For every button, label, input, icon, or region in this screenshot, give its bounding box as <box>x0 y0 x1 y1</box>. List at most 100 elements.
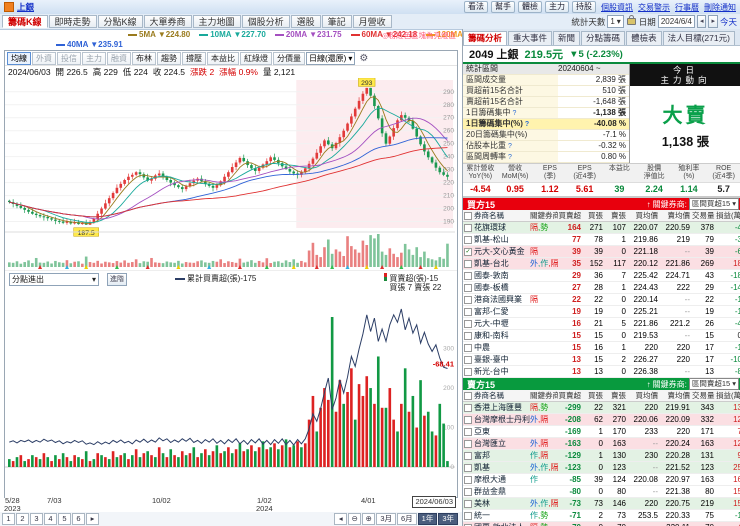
help-icon[interactable]: ? <box>508 153 512 163</box>
flow-chart[interactable]: 3002001000-68.41 <box>5 295 455 499</box>
col-header-3[interactable]: 買張 <box>583 210 605 221</box>
buy-row-12[interactable]: 新光-台中 13 13 0 226.38 -- 13 -8 <box>463 366 740 378</box>
page-button-4[interactable]: 4 <box>44 513 57 525</box>
row-checkbox[interactable] <box>463 282 473 293</box>
right-tab-1[interactable]: 重大事件 <box>508 31 553 45</box>
row-checkbox[interactable] <box>463 354 473 365</box>
row-checkbox[interactable] <box>463 330 473 341</box>
row-checkbox[interactable] <box>463 462 473 473</box>
buy-row-8[interactable]: 元大-中壢 16 21 5 221.86 221.2 26 -4 <box>463 318 740 330</box>
row-checkbox[interactable] <box>463 234 473 245</box>
col-header-4[interactable]: 賣張 <box>605 210 628 221</box>
row-checkbox[interactable] <box>463 438 473 449</box>
row-checkbox[interactable] <box>463 498 473 509</box>
main-tab-4[interactable]: 主力地圖 <box>192 15 241 28</box>
titlebar-button-3[interactable]: 主力 <box>545 1 569 13</box>
range-button-3月[interactable]: 3月 <box>376 513 396 525</box>
chart-tool-融資[interactable]: 融資 <box>107 51 131 65</box>
chart-tool-分價量[interactable]: 分價量 <box>273 51 305 65</box>
col-header-6[interactable]: 賣均價 <box>660 210 692 221</box>
row-checkbox[interactable] <box>463 366 473 377</box>
buy-row-2[interactable]: ✓元大-文心黃金隔 39 39 0 221.18 -- 39 -6 <box>463 246 740 258</box>
buy-row-11[interactable]: 臺銀-臺中 13 15 2 226.27 220 17 -10 <box>463 354 740 366</box>
row-checkbox[interactable] <box>463 510 473 521</box>
col-header-1[interactable]: 關鍵券商 <box>530 390 558 401</box>
main-tab-1[interactable]: 即時走勢 <box>48 15 97 28</box>
chart-tool-均線[interactable]: 均線 <box>7 51 31 65</box>
titlebar-button-1[interactable]: 幫手 <box>491 1 515 13</box>
col-header-3[interactable]: 買張 <box>583 390 605 401</box>
titlebar-link-3[interactable]: 刪除通知 <box>704 2 736 13</box>
sell-row-9[interactable]: 統一 作,勢 -71 2 73 253.5 220.33 75 -1 <box>463 510 740 522</box>
main-tab-7[interactable]: 筆記 <box>321 15 352 28</box>
zoom-control-0[interactable]: ◂ <box>334 513 348 525</box>
today-button[interactable]: 今天 <box>720 16 737 28</box>
zoom-control-1[interactable]: ⊖ <box>348 513 362 525</box>
page-button-5[interactable]: 5 <box>58 513 71 525</box>
main-tab-5[interactable]: 個股分析 <box>241 15 290 28</box>
sell-key-select[interactable]: 區間賣超15 ▾ <box>688 378 739 390</box>
chart-tool-趨勢[interactable]: 趨勢 <box>157 51 181 65</box>
stat-days-select[interactable]: 1 ▾ <box>607 15 624 28</box>
chart-tool-主力[interactable]: 主力 <box>82 51 106 65</box>
row-checkbox[interactable]: ✓ <box>463 246 473 257</box>
page-button-3[interactable]: 3 <box>30 513 43 525</box>
row-checkbox[interactable] <box>463 306 473 317</box>
col-header-0[interactable]: 券商名稱 <box>473 210 530 221</box>
col-header-8[interactable]: 損益(萬) <box>716 390 740 401</box>
help-icon[interactable]: ? <box>525 120 529 130</box>
row-checkbox[interactable] <box>463 486 473 497</box>
row-checkbox[interactable] <box>463 318 473 329</box>
page-button-1[interactable]: 1 <box>2 513 15 525</box>
right-tab-4[interactable]: 體檢表 <box>626 31 662 45</box>
page-button-6[interactable]: 6 <box>72 513 85 525</box>
row-checkbox[interactable] <box>463 342 473 353</box>
sell-row-6[interactable]: 摩根大通 作 -85 39 124 220.08 220.97 163 16 <box>463 474 740 486</box>
col-header-0[interactable]: 券商名稱 <box>473 390 530 401</box>
col-header-4[interactable]: 賣張 <box>605 390 628 401</box>
buy-row-7[interactable]: 富邦-仁愛 19 19 0 225.21 -- 19 -1 <box>463 306 740 318</box>
stock-page-tab[interactable]: 上銀 <box>17 1 34 13</box>
buy-row-6[interactable]: 港商法國興業隔 22 22 0 220.14 -- 22 -1 <box>463 294 740 306</box>
col-header-7[interactable]: 交易量 <box>692 210 716 221</box>
chart-tool-本益比[interactable]: 本益比 <box>207 51 239 65</box>
date-next-button[interactable]: ▸ <box>708 15 718 28</box>
gear-icon[interactable]: ⚙ <box>359 53 368 64</box>
sell-row-10[interactable]: 國票-敦北法人隔,勢-70070--220.11704 <box>463 522 740 526</box>
col-header-6[interactable]: 賣均價 <box>660 390 692 401</box>
col-header-2[interactable]: 買賣超 <box>558 390 583 401</box>
main-tab-3[interactable]: 大單券商 <box>143 15 192 28</box>
sell-row-5[interactable]: 凱基 外,作,隔 -123 0 123 -- 221.52 123 25 <box>463 462 740 474</box>
titlebar-link-2[interactable]: 行事曆 <box>675 2 699 13</box>
sell-row-4[interactable]: 富邦 作,隔 -129 1 130 230 220.28 1319 <box>463 450 740 462</box>
zoom-control-2[interactable]: ⊕ <box>362 513 376 525</box>
buy-key-select[interactable]: 區間買超15 ▾ <box>688 198 739 210</box>
row-checkbox[interactable] <box>463 294 473 305</box>
sell-row-2[interactable]: 亞東 -169 1 170 233 220 1717 <box>463 426 740 438</box>
help-icon[interactable]: ? <box>508 142 512 152</box>
col-header-2[interactable]: 買賣超 <box>558 210 583 221</box>
titlebar-button-2[interactable]: 體檢 <box>518 1 542 13</box>
row-checkbox[interactable] <box>463 450 473 461</box>
row-checkbox[interactable] <box>463 222 473 233</box>
right-tab-5[interactable]: 法人目標(271元) <box>662 31 735 45</box>
price-chart[interactable]: 290280270260250240230220210200190293187.… <box>5 78 455 270</box>
chart-tool-投信[interactable]: 投信 <box>57 51 81 65</box>
col-header-8[interactable]: 損益(萬) <box>716 210 740 221</box>
titlebar-link-1[interactable]: 交易警示 <box>638 2 670 13</box>
chart-tool-紅綠燈[interactable]: 紅綠燈 <box>240 51 272 65</box>
titlebar-link-0[interactable]: 個股資訊 <box>601 2 633 13</box>
col-header-5[interactable]: 買均價 <box>628 390 660 401</box>
date-input[interactable]: 2024/6/4 <box>657 15 695 28</box>
row-checkbox[interactable] <box>463 414 473 425</box>
page-button-▸[interactable]: ▸ <box>86 513 99 525</box>
range-button-1年[interactable]: 1年 <box>417 513 438 525</box>
row-checkbox[interactable] <box>463 426 473 437</box>
flow-source-select[interactable]: 分點進出 ▾ <box>9 273 99 286</box>
date-prev-button[interactable]: ◂ <box>696 15 707 28</box>
range-button-6月[interactable]: 6月 <box>396 513 417 525</box>
right-tab-2[interactable]: 新聞 <box>553 31 581 45</box>
advanced-button[interactable]: 進階 <box>107 273 127 286</box>
range-button-3年[interactable]: 3年 <box>438 513 458 525</box>
sell-row-8[interactable]: 美林 外,作,隔 -73 73 146 220 220.75 219 15 <box>463 498 740 510</box>
